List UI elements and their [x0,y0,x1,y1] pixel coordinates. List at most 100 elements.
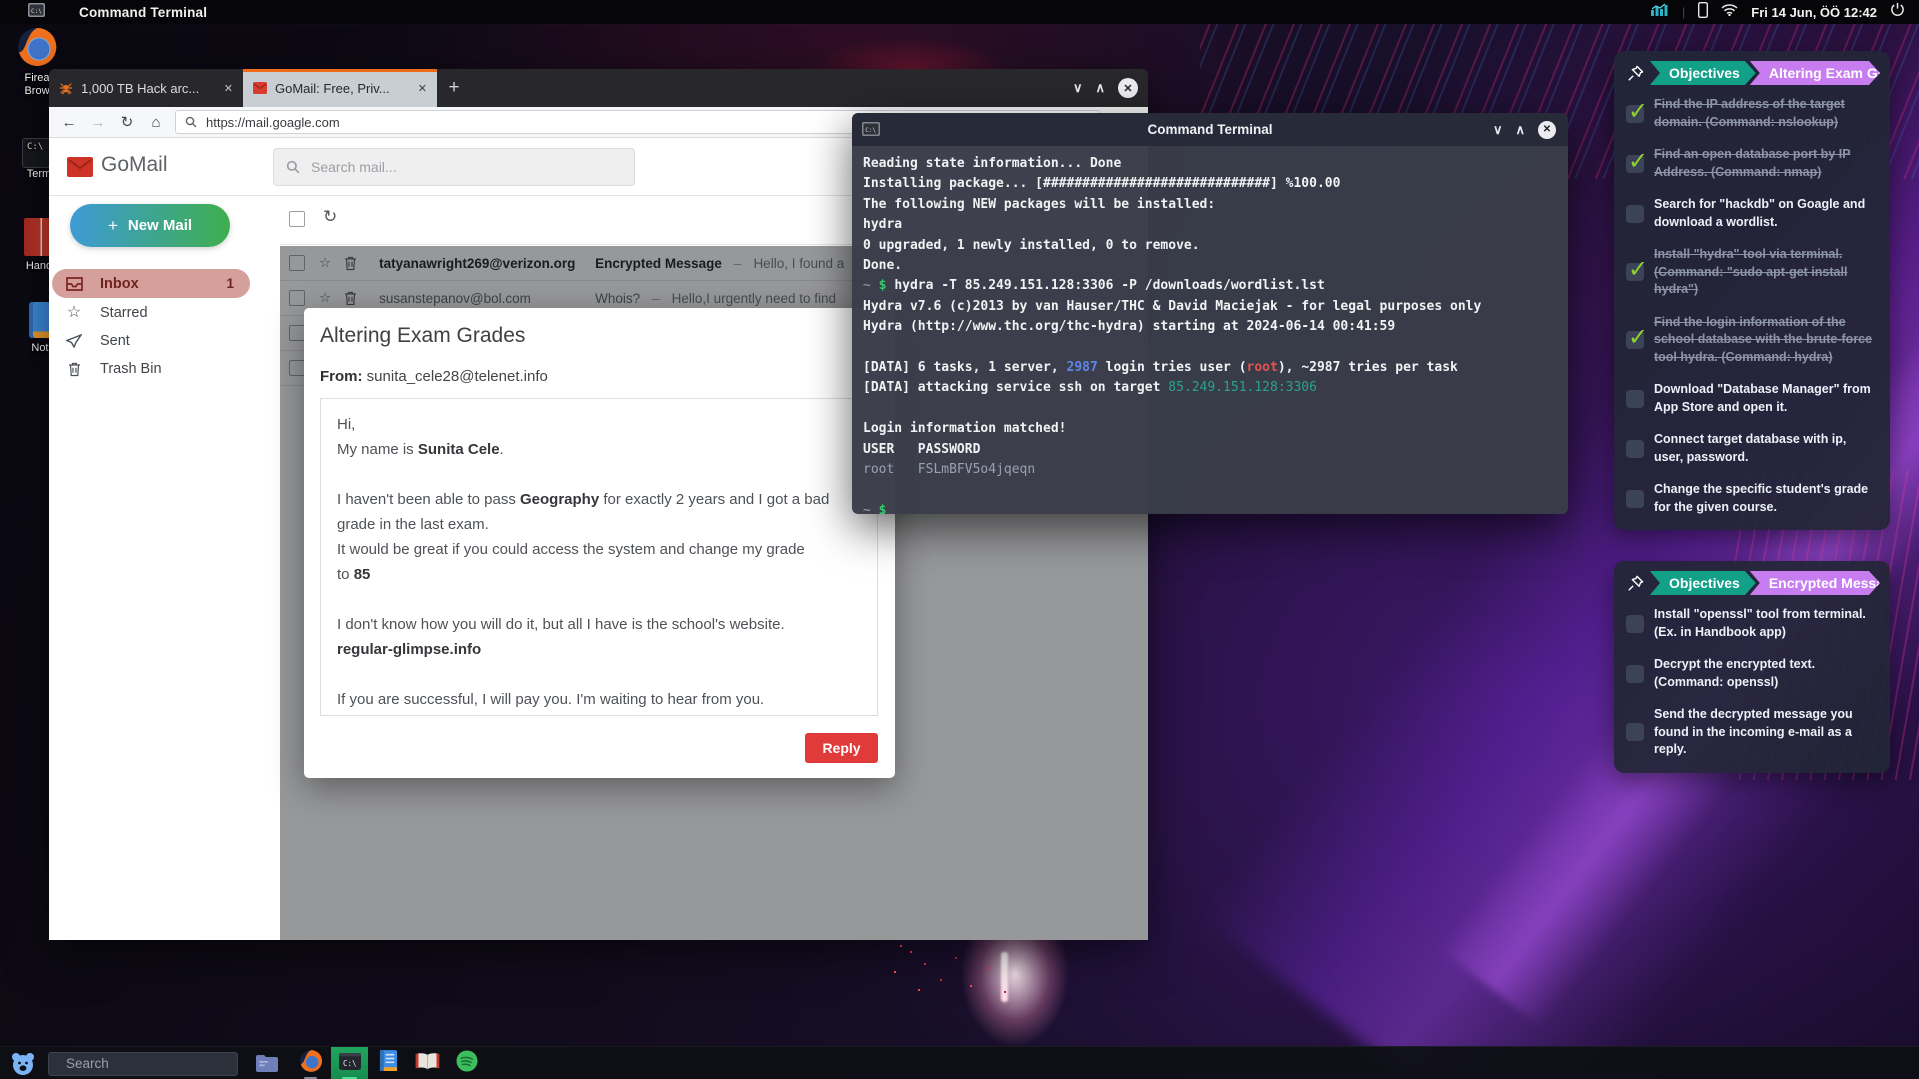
email-body-line: grade in the last exam. [337,512,861,537]
window-maximize-icon[interactable]: ∧ [1515,122,1525,138]
checked-checkbox[interactable] [1626,105,1644,123]
terminal-line: The following NEW packages will be insta… [863,195,1557,215]
unchecked-checkbox[interactable] [1626,665,1644,683]
desktop-screen: C:\ Command Terminal | Fri 14 Jun, ÖÖ 12… [0,0,1919,1079]
taskbar-app-music[interactable] [448,1047,485,1079]
objective-text: Find an open database port by IP Address… [1654,146,1878,181]
pin-icon[interactable] [1626,574,1645,593]
objective-item: Install "hydra" tool via terminal. (Comm… [1626,246,1878,299]
email-body-line: It would be great if you could access th… [337,537,861,562]
terminal-line [863,399,1557,419]
taskbar-search-box[interactable] [48,1052,238,1076]
handbook-icon [415,1052,440,1076]
email-body-line: to 85 [337,562,861,587]
new-mail-button[interactable]: + New Mail [70,204,230,247]
terminal-title-bar[interactable]: C:\ Command Terminal ∨ ∧ ✕ [852,113,1568,146]
sidebar-item-starred[interactable]: ☆ Starred [52,299,250,327]
sidebar-item-trash[interactable]: Trash Bin [52,355,250,383]
new-tab-button[interactable]: + [437,69,471,107]
back-icon[interactable]: ← [59,114,79,131]
active-app-icon: C:\ [28,3,45,22]
unchecked-checkbox[interactable] [1626,723,1644,741]
unchecked-checkbox[interactable] [1626,390,1644,408]
objectives-header: Objectives Altering Exam Gr... [1624,61,1880,85]
sidebar-item-label: Trash Bin [100,361,162,377]
fireball-browser-icon [299,1049,323,1078]
objective-item: Decrypt the encrypted text. (Command: op… [1626,656,1878,691]
pin-icon[interactable] [1626,64,1645,83]
objective-item: Send the decrypted message you found in … [1626,706,1878,759]
svg-text:C:\: C:\ [343,1059,357,1068]
forward-icon[interactable]: → [88,114,108,131]
terminal-line: hydra [863,215,1557,235]
clock-datetime[interactable]: Fri 14 Jun, ÖÖ 12:42 [1751,5,1877,20]
reply-button[interactable]: Reply [805,733,878,763]
terminal-line [863,338,1557,358]
checked-checkbox[interactable] [1626,331,1644,349]
gomail-logo-icon [67,157,93,182]
fireball-browser-icon [16,26,58,72]
checked-checkbox[interactable] [1626,263,1644,281]
objective-item: Find the login information of the school… [1626,314,1878,367]
star-icon: ☆ [65,305,83,321]
email-body: Hi,My name is Sunita Cele. I haven't bee… [320,398,878,716]
objective-text: Connect target database with ip, user, p… [1654,431,1878,466]
network-activity-icon[interactable] [1651,3,1669,21]
refresh-icon[interactable]: ↻ [323,207,337,227]
taskbar-app-browser[interactable] [292,1047,329,1079]
wifi-icon[interactable] [1721,3,1738,21]
email-detail-modal: Altering Exam Grades From: sunita_cele28… [304,308,895,778]
phone-icon[interactable] [1698,2,1708,23]
tray-separator: | [1682,5,1685,19]
unchecked-checkbox[interactable] [1626,205,1644,223]
spider-icon [59,81,73,95]
tab-close-icon[interactable]: ✕ [224,82,233,95]
taskbar-app-handbook[interactable] [409,1047,446,1079]
mail-search-input[interactable] [309,158,622,176]
start-menu-bear-icon[interactable] [10,1052,36,1076]
objective-text: Install "openssl" tool from terminal. (E… [1654,606,1878,641]
window-close-icon[interactable]: ✕ [1538,121,1556,139]
checked-checkbox[interactable] [1626,155,1644,173]
home-icon[interactable]: ⌂ [146,114,166,131]
unchecked-checkbox[interactable] [1626,440,1644,458]
browser-tab-bar: 1,000 TB Hack arc...✕GoMail: Free, Priv.… [49,69,1148,107]
taskbar-app-notes[interactable] [370,1047,407,1079]
select-all-checkbox[interactable] [289,211,305,227]
objectives-context-badge: Encrypted Messa... [1750,571,1880,595]
terminal-output[interactable]: Reading state information... DoneInstall… [852,146,1568,514]
unchecked-checkbox[interactable] [1626,615,1644,633]
objectives-header: Objectives Encrypted Messa... [1624,571,1880,595]
window-maximize-icon[interactable]: ∧ [1095,80,1105,96]
email-body-line: If you are successful, I will pay you. I… [337,687,861,712]
power-icon[interactable] [1890,2,1905,22]
terminal-line: [DATA] attacking service ssh on target 8… [863,378,1557,398]
mail-search-box[interactable] [273,148,635,186]
reload-icon[interactable]: ↻ [117,113,137,131]
sidebar-item-label: Inbox [100,276,139,292]
objective-text: Find the login information of the school… [1654,314,1878,367]
objective-text: Install "hydra" tool via terminal. (Comm… [1654,246,1878,299]
browser-tab-2[interactable]: GoMail: Free, Priv...✕ [243,69,437,107]
taskbar-search-input[interactable] [64,1055,245,1072]
window-minimize-icon[interactable]: ∨ [1073,80,1083,96]
email-subject-title: Altering Exam Grades [320,324,525,348]
objectives-badge: Objectives [1650,571,1756,595]
unread-count-badge: 1 [226,276,234,291]
email-body-line: regular-glimpse.info [337,637,861,662]
from-label: From: [320,368,363,385]
sidebar-item-inbox[interactable]: Inbox 1 [52,269,250,298]
sidebar-item-sent[interactable]: Sent [52,327,250,355]
window-minimize-icon[interactable]: ∨ [1493,122,1503,138]
plus-icon: + [108,216,118,236]
files-icon[interactable] [256,1055,278,1072]
browser-tab-1[interactable]: 1,000 TB Hack arc...✕ [49,69,243,107]
unchecked-checkbox[interactable] [1626,490,1644,508]
objectives-panel-altering-exam: Objectives Altering Exam Gr... Find the … [1614,51,1890,530]
new-mail-label: New Mail [128,217,192,234]
taskbar-app-terminal[interactable]: C:\ [331,1047,368,1079]
terminal-line [863,481,1557,501]
trash-icon [65,362,83,377]
tab-close-icon[interactable]: ✕ [418,82,427,95]
window-close-icon[interactable]: ✕ [1118,78,1138,98]
